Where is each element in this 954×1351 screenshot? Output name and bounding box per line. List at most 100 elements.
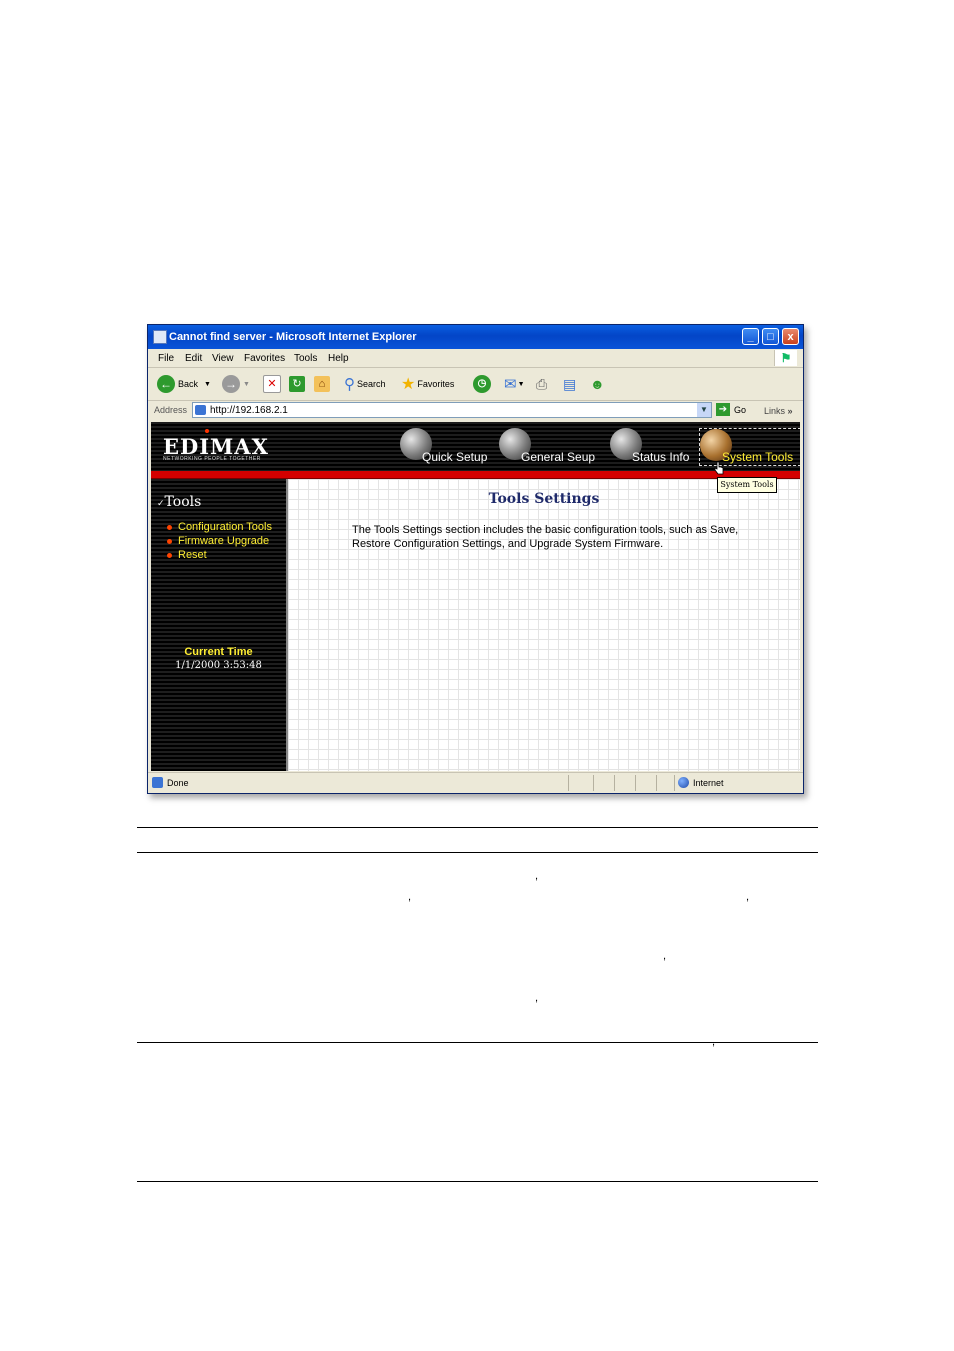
tooltip: System Tools — [717, 477, 777, 493]
sidebar-item-configuration-tools[interactable]: Configuration Tools — [167, 521, 272, 533]
page-done-icon — [152, 777, 163, 788]
menu-help[interactable]: Help — [328, 353, 349, 364]
forward-arrow-icon: → — [222, 375, 240, 393]
address-label: Address — [154, 405, 188, 415]
back-dropdown-icon[interactable]: ▼ — [204, 381, 211, 388]
favorites-star-icon: ★ — [401, 376, 416, 393]
table-rule — [137, 1181, 818, 1182]
status-divider — [674, 775, 675, 791]
comma-mark: , — [535, 992, 539, 1004]
status-text: Done — [167, 778, 189, 788]
links-label: Links — [764, 406, 786, 416]
nav-quick-setup[interactable]: Quick Setup — [400, 428, 495, 464]
nav-quick-setup-label: Quick Setup — [422, 450, 488, 464]
mail-icon: ✉ — [504, 376, 517, 393]
status-divider — [635, 775, 636, 791]
forward-dropdown-icon[interactable]: ▼ — [243, 381, 250, 388]
mail-button[interactable]: ✉ ▼ — [504, 373, 525, 395]
search-label: Search — [357, 379, 386, 389]
header-divider — [151, 471, 800, 479]
status-divider — [614, 775, 615, 791]
comma-mark: , — [712, 1036, 716, 1048]
sidebar-item-reset[interactable]: Reset — [167, 549, 207, 561]
address-url: http://192.168.2.1 — [210, 405, 288, 416]
comma-mark: , — [535, 870, 539, 882]
security-zone: Internet — [693, 778, 724, 788]
stop-icon: ✕ — [263, 375, 281, 393]
comma-mark: , — [663, 950, 667, 962]
sidebar-item-firmware-upgrade[interactable]: Firmware Upgrade — [167, 535, 269, 547]
go-arrow-icon: ➔ — [716, 403, 730, 416]
menu-edit[interactable]: Edit — [185, 353, 202, 364]
comma-mark: , — [746, 891, 750, 903]
status-divider — [593, 775, 594, 791]
menu-tools[interactable]: Tools — [294, 353, 317, 364]
menu-file[interactable]: File — [158, 353, 174, 364]
search-button[interactable]: ⚲ Search — [344, 373, 386, 395]
address-dropdown-icon[interactable]: ▼ — [697, 403, 711, 417]
address-bar: Address http://192.168.2.1 ▼ ➔ Go Links … — [148, 401, 803, 421]
sidebar: ✓Tools Configuration Tools Firmware Upgr… — [151, 479, 288, 771]
sidebar-title: ✓Tools — [157, 494, 202, 510]
current-time-value: 1/1/2000 3:53:48 — [175, 660, 262, 671]
maximize-button[interactable]: □ — [762, 328, 779, 345]
nav-status-info-label: Status Info — [632, 450, 690, 464]
internet-zone-icon — [678, 777, 689, 788]
messenger-button[interactable]: ☻ — [590, 373, 605, 395]
page-icon — [195, 405, 206, 415]
close-button[interactable]: x — [782, 328, 799, 345]
browser-window: Cannot find server - Microsoft Internet … — [147, 324, 804, 794]
menu-bar: File Edit View Favorites Tools Help ⚑ — [148, 349, 803, 368]
search-icon: ⚲ — [344, 376, 355, 393]
mail-dropdown-icon[interactable]: ▼ — [518, 381, 525, 388]
go-button[interactable]: ➔ Go — [716, 403, 746, 416]
content-area: Tools Settings The Tools Settings sectio… — [288, 479, 800, 771]
bullet-icon — [167, 524, 172, 530]
back-label: Back — [178, 379, 199, 389]
edit-page-icon: ▤ — [563, 375, 577, 392]
stop-button[interactable]: ✕ — [263, 373, 281, 395]
page-description: The Tools Settings section includes the … — [352, 524, 739, 550]
nav-system-tools-label: System Tools — [722, 450, 794, 464]
table-rule — [137, 1042, 818, 1043]
back-arrow-icon: ← — [157, 375, 175, 393]
favorites-button[interactable]: ★ Favorites — [401, 373, 454, 395]
nav-general-setup[interactable]: General Seup — [499, 428, 604, 464]
sidebar-item-label: Reset — [178, 549, 207, 561]
status-bar: Done Internet — [148, 772, 803, 793]
history-button[interactable]: ◷ — [473, 373, 494, 395]
current-time-label: Current Time — [184, 646, 253, 658]
logo-tagline: NETWORKING PEOPLE TOGETHER — [163, 456, 261, 462]
home-button[interactable]: ⌂ — [314, 373, 330, 395]
edit-button[interactable]: ▤ — [563, 373, 576, 395]
page-title: Tools Settings — [488, 491, 600, 507]
sidebar-item-label: Firmware Upgrade — [178, 535, 270, 547]
favorites-label: Favorites — [417, 379, 455, 389]
windows-logo-icon: ⚑ — [774, 350, 797, 366]
back-button[interactable]: ← Back ▼ — [157, 373, 211, 395]
print-button[interactable]: ⎙ — [536, 373, 547, 395]
toolbar: ← Back ▼ → ▼ ✕ ↻ ⌂ ⚲ Search ★ Favorites … — [148, 368, 803, 401]
router-header: EDIMAX NETWORKING PEOPLE TOGETHER Quick … — [151, 422, 800, 471]
links-button[interactable]: Links » — [764, 406, 793, 416]
sidebar-item-label: Configuration Tools — [178, 521, 272, 533]
nav-general-setup-label: General Seup — [521, 450, 596, 464]
go-label: Go — [734, 404, 747, 415]
window-title: Cannot find server - Microsoft Internet … — [169, 331, 417, 343]
address-input[interactable]: http://192.168.2.1 ▼ — [192, 402, 712, 418]
comma-mark: , — [408, 891, 412, 903]
nav-status-info[interactable]: Status Info — [610, 428, 698, 464]
check-icon: ✓ — [157, 499, 165, 509]
table-rule — [137, 852, 818, 853]
menu-favorites[interactable]: Favorites — [244, 353, 285, 364]
bullet-icon — [167, 538, 172, 544]
title-bar: Cannot find server - Microsoft Internet … — [148, 325, 803, 349]
refresh-button[interactable]: ↻ — [289, 373, 305, 395]
menu-view[interactable]: View — [212, 353, 234, 364]
table-rule — [137, 827, 818, 828]
forward-button[interactable]: → ▼ — [222, 373, 250, 395]
messenger-icon: ☻ — [590, 376, 605, 392]
home-icon: ⌂ — [314, 376, 330, 392]
minimize-button[interactable]: _ — [742, 328, 759, 345]
status-divider — [568, 775, 569, 791]
